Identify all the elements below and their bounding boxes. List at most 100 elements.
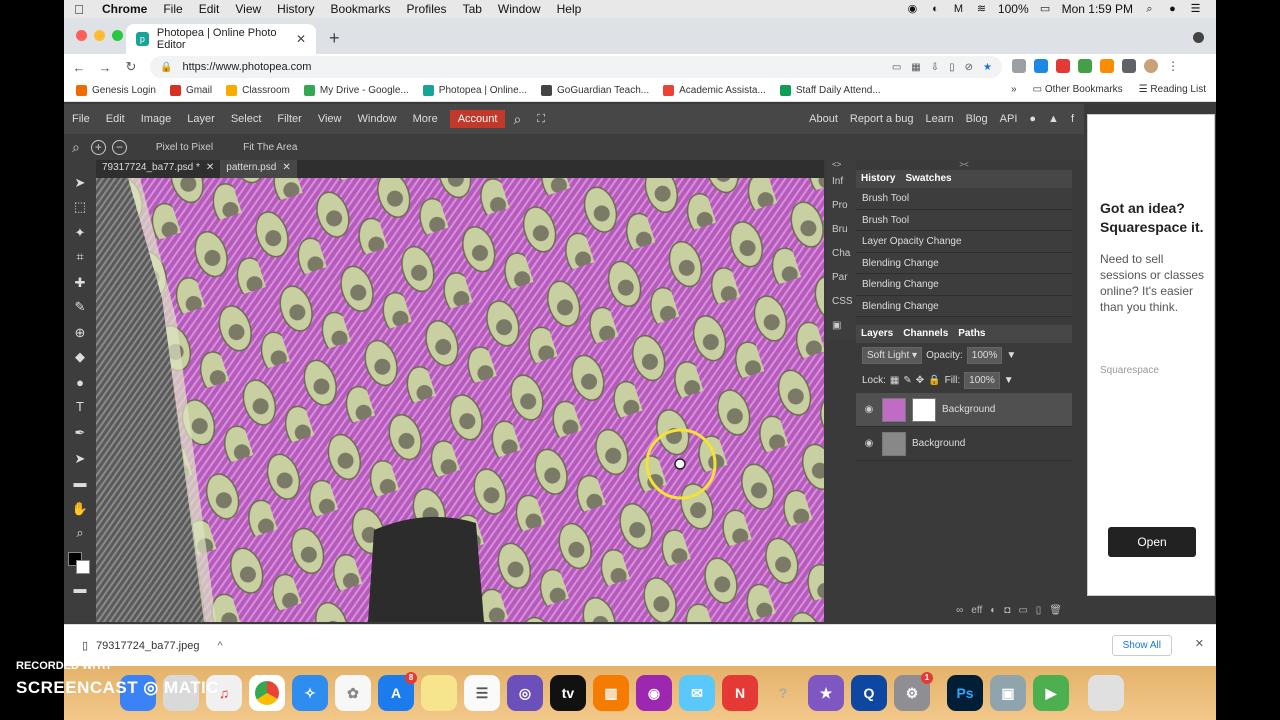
lock-icon[interactable]: 🔒 [160, 62, 172, 73]
ad-open-button[interactable]: Open [1108, 527, 1196, 557]
menu-tab[interactable]: Tab [455, 2, 490, 16]
panel-info[interactable]: Inf [826, 170, 856, 194]
forward-icon[interactable]: → [94, 60, 116, 75]
zoom-tool-icon[interactable]: ⌕ [71, 524, 89, 542]
chevron-up-icon[interactable]: ^ [217, 640, 222, 652]
opacity-dropdown-icon[interactable]: ▼ [1006, 350, 1016, 361]
move-tool-icon[interactable]: ➤ [71, 174, 89, 192]
menu-profiles[interactable]: Profiles [399, 2, 455, 16]
link-api[interactable]: API [1000, 113, 1018, 125]
link-blog[interactable]: Blog [966, 113, 988, 125]
link-layers-icon[interactable]: ∞ [956, 605, 963, 616]
tab-layers[interactable]: Layers [856, 325, 898, 343]
panel-brush[interactable]: Bru [826, 218, 856, 242]
pp-menu-filter[interactable]: Filter [269, 113, 309, 125]
history-item[interactable]: Blending Change [856, 295, 1072, 317]
bookmark-gmail[interactable]: Gmail [169, 85, 212, 96]
app-store-icon[interactable]: A8 [378, 672, 417, 711]
books-icon[interactable]: ▥ [593, 675, 629, 711]
extensions-puzzle-icon[interactable] [1122, 59, 1136, 73]
healing-tool-icon[interactable]: ✚ [71, 274, 89, 292]
quick-mask-icon[interactable]: ▬ [71, 580, 89, 598]
reminders-icon[interactable]: ☰ [464, 675, 500, 711]
page-icon[interactable]: ▯ [949, 62, 955, 73]
fit-area-button[interactable]: Fit The Area [235, 142, 305, 153]
clone-stamp-icon[interactable]: ⊕ [71, 324, 89, 342]
link-about[interactable]: About [809, 113, 838, 125]
lock-all-icon[interactable]: 🔒 [928, 375, 940, 386]
spotlight-search-icon[interactable]: ⌕ [1143, 3, 1156, 15]
browser-tab-photopea[interactable]: p Photopea | Online Photo Editor ✕ [126, 24, 316, 54]
pp-menu-file[interactable]: File [64, 113, 98, 125]
system-preferences-icon[interactable]: ⚙ 1 [894, 672, 933, 711]
install-icon[interactable]: ⇩ [931, 62, 939, 73]
menu-app-name[interactable]: Chrome [94, 2, 155, 16]
news-icon[interactable]: N [722, 675, 758, 711]
preview-icon[interactable]: ▣ [990, 675, 1026, 711]
photos-icon[interactable]: ✿ [335, 675, 371, 711]
pen-tool-icon[interactable]: ✒ [71, 424, 89, 442]
zoom-out-icon[interactable]: − [111, 139, 127, 155]
battery-icon[interactable]: ▭ [1039, 3, 1052, 15]
extension-icon-3[interactable] [1056, 59, 1070, 73]
apple-tv-icon[interactable]: tv [550, 675, 586, 711]
eraser-tool-icon[interactable]: ◆ [71, 348, 89, 366]
tab-swatches[interactable]: Swatches [900, 170, 956, 188]
add-mask-icon[interactable]: ◘ [1004, 605, 1010, 616]
twitter-icon[interactable]: ▲ [1048, 113, 1059, 125]
history-item[interactable]: Blending Change [856, 274, 1072, 296]
trash-icon[interactable] [1088, 675, 1124, 711]
bookmark-star-icon[interactable]: ★ [983, 62, 992, 73]
new-tab-icon[interactable]: + [329, 28, 340, 49]
bookmark-genesis[interactable]: Genesis Login [76, 85, 156, 96]
path-select-icon[interactable]: ➤ [71, 450, 89, 468]
chrome-icon[interactable] [249, 675, 285, 711]
moon-icon[interactable]: ◐ [929, 3, 942, 15]
history-item[interactable]: Layer Opacity Change [856, 231, 1072, 253]
magic-wand-icon[interactable]: ✦ [71, 224, 89, 242]
opacity-input[interactable]: 100% [966, 347, 1003, 364]
tab-history[interactable]: History [856, 170, 900, 188]
doc-tab-2[interactable]: pattern.psd ✕ [220, 160, 297, 178]
qr-app-icon[interactable]: Q [851, 675, 887, 711]
new-folder-icon[interactable]: ▭ [1018, 605, 1027, 616]
tab-search-icon[interactable] [1193, 32, 1204, 43]
extension-icon-2[interactable] [1034, 59, 1048, 73]
link-learn[interactable]: Learn [925, 113, 953, 125]
extension-icon-5[interactable] [1100, 59, 1114, 73]
history-item[interactable]: Brush Tool [856, 188, 1072, 210]
safari-icon[interactable]: ✧ [292, 675, 328, 711]
blend-mode-select[interactable]: Soft Light ▾ [862, 347, 923, 364]
lock-pixels-icon[interactable]: ✎ [903, 375, 911, 386]
bookmarks-overflow[interactable]: » [1011, 84, 1017, 95]
lock-transparency-icon[interactable]: ▦ [890, 375, 899, 386]
menu-view[interactable]: View [227, 2, 269, 16]
new-layer-icon[interactable]: ▯ [1036, 605, 1042, 616]
tracking-icon[interactable]: ⊘ [965, 62, 973, 73]
download-file[interactable]: 79317724_ba77.jpeg [96, 640, 199, 652]
pp-menu-image[interactable]: Image [133, 113, 180, 125]
lock-position-icon[interactable]: ✥ [916, 375, 924, 386]
menubar-clock[interactable]: Mon 1:59 PM [1062, 2, 1133, 16]
minimize-window-button[interactable] [94, 30, 105, 41]
pixel-to-pixel-button[interactable]: Pixel to Pixel [148, 142, 221, 153]
brush-tool-icon[interactable]: ✎ [71, 298, 89, 316]
close-tab-icon[interactable]: ✕ [296, 32, 306, 46]
background-color-swatch[interactable] [76, 560, 90, 574]
facebook-icon[interactable]: f [1071, 113, 1074, 125]
extension-icon-4[interactable] [1078, 59, 1092, 73]
photoshop-icon[interactable]: Ps [947, 675, 983, 711]
close-download-bar-icon[interactable]: ✕ [1195, 637, 1204, 650]
siri-dock-icon[interactable]: ◎ [507, 675, 543, 711]
shape-tool-icon[interactable]: ▬ [71, 474, 89, 492]
panel-collapse-arrows-right[interactable]: >< [856, 160, 1072, 170]
menu-edit[interactable]: Edit [191, 2, 228, 16]
close-doc-icon[interactable]: ✕ [206, 162, 214, 176]
notes-icon[interactable] [421, 675, 457, 711]
zoom-window-button[interactable] [112, 30, 123, 41]
bookmark-drive[interactable]: My Drive - Google... [303, 85, 409, 96]
visibility-eye-icon[interactable]: ◉ [862, 438, 876, 449]
help-icon[interactable]: ? [765, 675, 801, 711]
account-button[interactable]: Account [449, 110, 506, 128]
panel-properties[interactable]: Pro [826, 194, 856, 218]
